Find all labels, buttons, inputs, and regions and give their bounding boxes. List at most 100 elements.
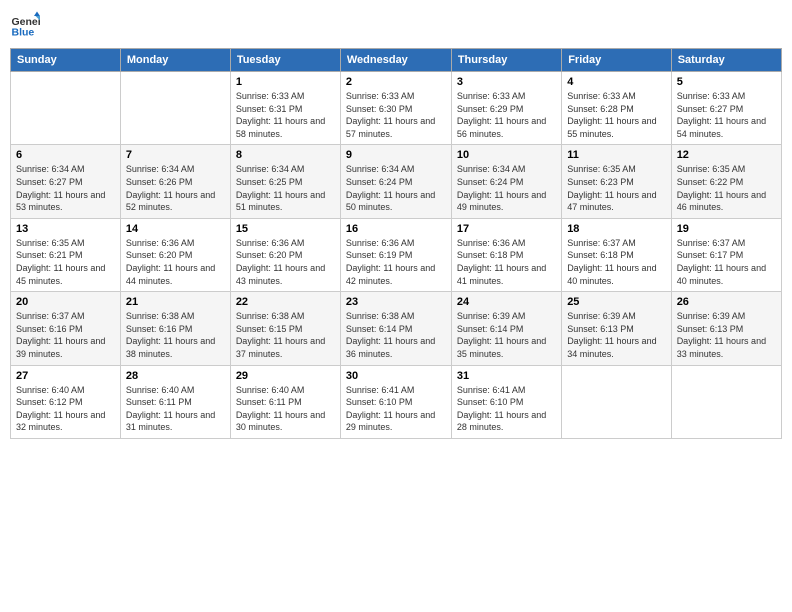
day-number: 7 [126,149,225,161]
day-info: Sunrise: 6:36 AMSunset: 6:18 PMDaylight:… [457,237,556,287]
day-info: Sunrise: 6:35 AMSunset: 6:22 PMDaylight:… [677,163,776,213]
calendar-cell: 17 Sunrise: 6:36 AMSunset: 6:18 PMDaylig… [451,218,561,291]
day-number: 2 [346,76,446,88]
calendar-cell: 9 Sunrise: 6:34 AMSunset: 6:24 PMDayligh… [340,145,451,218]
calendar-cell: 18 Sunrise: 6:37 AMSunset: 6:18 PMDaylig… [562,218,672,291]
logo: General Blue [10,10,40,40]
day-info: Sunrise: 6:34 AMSunset: 6:25 PMDaylight:… [236,163,335,213]
calendar-cell: 10 Sunrise: 6:34 AMSunset: 6:24 PMDaylig… [451,145,561,218]
day-info: Sunrise: 6:34 AMSunset: 6:27 PMDaylight:… [16,163,115,213]
day-number: 28 [126,370,225,382]
calendar-cell: 26 Sunrise: 6:39 AMSunset: 6:13 PMDaylig… [671,292,781,365]
calendar-cell: 22 Sunrise: 6:38 AMSunset: 6:15 PMDaylig… [230,292,340,365]
calendar-cell: 28 Sunrise: 6:40 AMSunset: 6:11 PMDaylig… [120,365,230,438]
day-info: Sunrise: 6:33 AMSunset: 6:29 PMDaylight:… [457,90,556,140]
day-number: 5 [677,76,776,88]
calendar-cell: 7 Sunrise: 6:34 AMSunset: 6:26 PMDayligh… [120,145,230,218]
day-number: 20 [16,296,115,308]
day-info: Sunrise: 6:39 AMSunset: 6:13 PMDaylight:… [567,310,666,360]
day-number: 22 [236,296,335,308]
weekday-header-friday: Friday [562,49,672,72]
calendar-week-4: 20 Sunrise: 6:37 AMSunset: 6:16 PMDaylig… [11,292,782,365]
calendar-cell: 20 Sunrise: 6:37 AMSunset: 6:16 PMDaylig… [11,292,121,365]
calendar-cell: 5 Sunrise: 6:33 AMSunset: 6:27 PMDayligh… [671,72,781,145]
calendar-cell: 27 Sunrise: 6:40 AMSunset: 6:12 PMDaylig… [11,365,121,438]
day-number: 12 [677,149,776,161]
calendar-cell: 1 Sunrise: 6:33 AMSunset: 6:31 PMDayligh… [230,72,340,145]
day-number: 21 [126,296,225,308]
day-number: 31 [457,370,556,382]
calendar-cell: 19 Sunrise: 6:37 AMSunset: 6:17 PMDaylig… [671,218,781,291]
calendar-cell: 24 Sunrise: 6:39 AMSunset: 6:14 PMDaylig… [451,292,561,365]
calendar-cell: 23 Sunrise: 6:38 AMSunset: 6:14 PMDaylig… [340,292,451,365]
day-number: 8 [236,149,335,161]
calendar-cell: 31 Sunrise: 6:41 AMSunset: 6:10 PMDaylig… [451,365,561,438]
calendar-week-3: 13 Sunrise: 6:35 AMSunset: 6:21 PMDaylig… [11,218,782,291]
calendar-header-row: SundayMondayTuesdayWednesdayThursdayFrid… [11,49,782,72]
day-info: Sunrise: 6:39 AMSunset: 6:14 PMDaylight:… [457,310,556,360]
day-number: 19 [677,223,776,235]
page-header: General Blue [10,10,782,40]
day-number: 15 [236,223,335,235]
day-info: Sunrise: 6:40 AMSunset: 6:12 PMDaylight:… [16,384,115,434]
day-number: 9 [346,149,446,161]
calendar-cell: 13 Sunrise: 6:35 AMSunset: 6:21 PMDaylig… [11,218,121,291]
day-info: Sunrise: 6:33 AMSunset: 6:27 PMDaylight:… [677,90,776,140]
calendar-cell: 14 Sunrise: 6:36 AMSunset: 6:20 PMDaylig… [120,218,230,291]
day-number: 4 [567,76,666,88]
day-number: 10 [457,149,556,161]
day-info: Sunrise: 6:37 AMSunset: 6:16 PMDaylight:… [16,310,115,360]
day-info: Sunrise: 6:33 AMSunset: 6:31 PMDaylight:… [236,90,335,140]
calendar-cell: 6 Sunrise: 6:34 AMSunset: 6:27 PMDayligh… [11,145,121,218]
weekday-header-sunday: Sunday [11,49,121,72]
day-info: Sunrise: 6:33 AMSunset: 6:30 PMDaylight:… [346,90,446,140]
day-info: Sunrise: 6:36 AMSunset: 6:20 PMDaylight:… [236,237,335,287]
calendar-cell: 3 Sunrise: 6:33 AMSunset: 6:29 PMDayligh… [451,72,561,145]
day-info: Sunrise: 6:34 AMSunset: 6:24 PMDaylight:… [346,163,446,213]
calendar-cell: 25 Sunrise: 6:39 AMSunset: 6:13 PMDaylig… [562,292,672,365]
calendar-week-5: 27 Sunrise: 6:40 AMSunset: 6:12 PMDaylig… [11,365,782,438]
day-number: 24 [457,296,556,308]
day-info: Sunrise: 6:38 AMSunset: 6:16 PMDaylight:… [126,310,225,360]
day-number: 18 [567,223,666,235]
day-number: 13 [16,223,115,235]
day-info: Sunrise: 6:36 AMSunset: 6:20 PMDaylight:… [126,237,225,287]
day-number: 1 [236,76,335,88]
day-number: 16 [346,223,446,235]
calendar-week-1: 1 Sunrise: 6:33 AMSunset: 6:31 PMDayligh… [11,72,782,145]
day-number: 26 [677,296,776,308]
logo-icon: General Blue [10,10,40,40]
day-number: 6 [16,149,115,161]
day-number: 25 [567,296,666,308]
day-number: 23 [346,296,446,308]
calendar-cell: 12 Sunrise: 6:35 AMSunset: 6:22 PMDaylig… [671,145,781,218]
day-info: Sunrise: 6:36 AMSunset: 6:19 PMDaylight:… [346,237,446,287]
calendar-table: SundayMondayTuesdayWednesdayThursdayFrid… [10,48,782,439]
calendar-cell: 4 Sunrise: 6:33 AMSunset: 6:28 PMDayligh… [562,72,672,145]
weekday-header-thursday: Thursday [451,49,561,72]
calendar-cell [120,72,230,145]
day-info: Sunrise: 6:41 AMSunset: 6:10 PMDaylight:… [346,384,446,434]
weekday-header-monday: Monday [120,49,230,72]
day-number: 3 [457,76,556,88]
calendar-cell: 29 Sunrise: 6:40 AMSunset: 6:11 PMDaylig… [230,365,340,438]
day-info: Sunrise: 6:37 AMSunset: 6:17 PMDaylight:… [677,237,776,287]
day-info: Sunrise: 6:38 AMSunset: 6:15 PMDaylight:… [236,310,335,360]
day-info: Sunrise: 6:35 AMSunset: 6:23 PMDaylight:… [567,163,666,213]
weekday-header-saturday: Saturday [671,49,781,72]
calendar-cell [11,72,121,145]
calendar-cell: 2 Sunrise: 6:33 AMSunset: 6:30 PMDayligh… [340,72,451,145]
day-info: Sunrise: 6:33 AMSunset: 6:28 PMDaylight:… [567,90,666,140]
day-info: Sunrise: 6:34 AMSunset: 6:26 PMDaylight:… [126,163,225,213]
day-info: Sunrise: 6:37 AMSunset: 6:18 PMDaylight:… [567,237,666,287]
day-number: 14 [126,223,225,235]
day-info: Sunrise: 6:41 AMSunset: 6:10 PMDaylight:… [457,384,556,434]
calendar-cell [562,365,672,438]
calendar-cell: 30 Sunrise: 6:41 AMSunset: 6:10 PMDaylig… [340,365,451,438]
day-number: 30 [346,370,446,382]
day-info: Sunrise: 6:39 AMSunset: 6:13 PMDaylight:… [677,310,776,360]
day-number: 27 [16,370,115,382]
day-info: Sunrise: 6:38 AMSunset: 6:14 PMDaylight:… [346,310,446,360]
day-number: 17 [457,223,556,235]
day-info: Sunrise: 6:35 AMSunset: 6:21 PMDaylight:… [16,237,115,287]
